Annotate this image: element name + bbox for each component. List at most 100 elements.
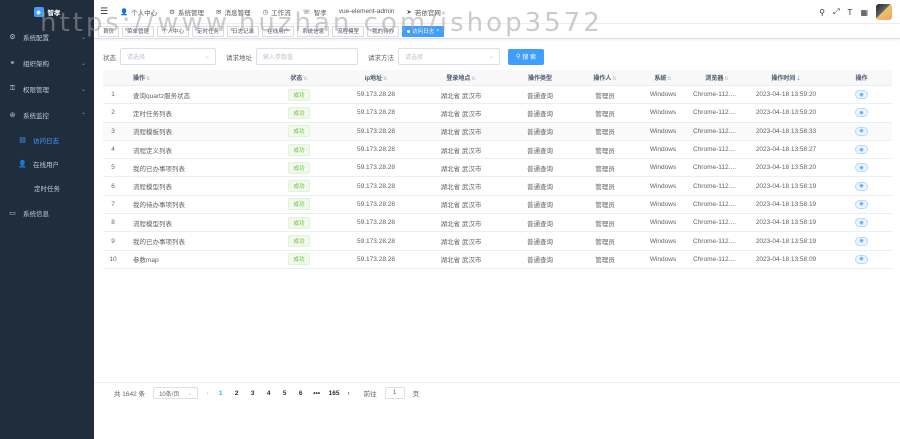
- sub-item-online-users[interactable]: 👤 在线用户: [0, 152, 94, 176]
- tag-profile[interactable]: 个人中心: [157, 25, 190, 37]
- nav-vue-element-admin[interactable]: vue-element-admin: [339, 8, 395, 15]
- nav-system-management[interactable]: ⚙ 系统管理: [169, 7, 204, 17]
- page-4[interactable]: 4: [265, 390, 273, 397]
- header-os[interactable]: 系统⇅: [635, 73, 691, 82]
- tag-menu[interactable]: 菜单管理: [122, 25, 155, 37]
- next-page-icon[interactable]: ›: [347, 390, 349, 397]
- method-select[interactable]: 请选择 ⌄: [398, 48, 500, 65]
- view-icon[interactable]: ◉: [855, 108, 868, 118]
- table-row[interactable]: 7 我的待办事项列表 成功 59.173.28.28 湖北省 武汉市 普通查询 管理员 Win…: [103, 196, 892, 215]
- header-label: ip地址: [364, 76, 383, 82]
- sidebar-logo[interactable]: ◆ 智孝: [0, 0, 94, 24]
- font-size-icon[interactable]: T: [848, 8, 853, 17]
- sort-icon[interactable]: ⇅: [383, 76, 387, 82]
- nav-label: 智孝: [313, 9, 327, 17]
- page-6[interactable]: 6: [297, 390, 305, 397]
- sort-desc-icon[interactable]: ⇣: [796, 76, 800, 82]
- view-icon[interactable]: ◉: [855, 181, 868, 191]
- sort-icon[interactable]: ⇅: [724, 76, 728, 82]
- org-icon: ⚭: [9, 60, 16, 67]
- nav-workflow[interactable]: ◷ 工作流: [262, 7, 290, 17]
- sort-icon[interactable]: ⇅: [303, 76, 307, 82]
- tag-access-log[interactable]: 访问日志 ×: [402, 25, 445, 37]
- header-ip[interactable]: ip地址⇅: [335, 73, 417, 82]
- nav-zhixiao[interactable]: ☏ 智孝: [303, 7, 327, 17]
- sub-item-access-log[interactable]: ▤ 访问日志: [0, 128, 94, 152]
- hamburger-icon[interactable]: ☰: [100, 6, 108, 17]
- row-browser: Chrome-112....: [693, 255, 736, 263]
- row-user: 管理员: [595, 220, 615, 228]
- menu-item-system-info[interactable]: ▭ 系统信息: [0, 200, 94, 226]
- page-5[interactable]: 5: [281, 390, 289, 397]
- nav-ruoyi-site[interactable]: ➤ 若依官网: [406, 7, 440, 17]
- menu-item-permission[interactable]: ⚿ 权限管理 ⌄: [0, 76, 94, 102]
- page-1[interactable]: 1: [217, 390, 225, 397]
- sort-icon[interactable]: ⇅: [667, 76, 671, 82]
- table-row[interactable]: 6 流程模型列表 成功 59.173.28.28 湖北省 武汉市 普通查询 管理员 Windo…: [103, 177, 892, 196]
- view-icon[interactable]: ◉: [855, 90, 868, 100]
- sub-item-scheduled-tasks[interactable]: 定时任务: [0, 176, 94, 200]
- table-row[interactable]: 2 定时任务列表 成功 59.173.28.28 湖北省 武汉市 普通查询 管理员 Windo…: [103, 104, 892, 123]
- nav-label: vue-element-admin: [338, 8, 395, 15]
- row-action: ◉: [831, 199, 892, 209]
- view-icon[interactable]: ◉: [855, 126, 868, 136]
- tag-online[interactable]: 在线用户: [262, 25, 295, 37]
- view-icon[interactable]: ◉: [855, 145, 868, 155]
- page-more[interactable]: •••: [313, 390, 321, 397]
- nav-personal-center[interactable]: 👤 个人中心: [120, 7, 157, 17]
- search-button[interactable]: ⚲ 搜 索: [508, 48, 544, 65]
- menu-item-monitor[interactable]: ⊛ 系统监控 ⌃: [0, 102, 94, 128]
- table-row[interactable]: 10 参数map 成功 59.173.28.28 湖北省 武汉市 普通查询 管理员 Windo…: [103, 251, 892, 269]
- header-location[interactable]: 登录地点⇅: [417, 73, 505, 82]
- view-icon[interactable]: ◉: [855, 199, 868, 209]
- fullscreen-icon[interactable]: ⤢: [833, 7, 839, 17]
- header-browser[interactable]: 浏览器⇅: [691, 73, 741, 82]
- menu-item-system-config[interactable]: ⚙ 系统配置 ⌄: [0, 24, 94, 50]
- tag-sysinfo[interactable]: 系统信息: [297, 25, 330, 37]
- row-operation: 我的已办事项列表: [133, 165, 185, 173]
- row-action: ◉: [831, 108, 892, 118]
- row-action: ◉: [831, 218, 892, 228]
- row-operation: 流程模型列表: [133, 220, 172, 228]
- status-label: 状态: [103, 54, 116, 62]
- table-row[interactable]: 4 流程定义列表 成功 59.173.28.28 湖北省 武汉市 普通查询 管理员 Windo…: [103, 141, 892, 160]
- tag-model[interactable]: 流程模型: [332, 25, 365, 37]
- table-row[interactable]: 8 流程模型列表 成功 59.173.28.28 湖北省 武汉市 普通查询 管理员 Windo…: [103, 214, 892, 233]
- tag-todo[interactable]: 我的待办: [367, 25, 400, 37]
- nav-message-management[interactable]: ✉ 消息管理: [216, 7, 250, 17]
- close-icon[interactable]: ×: [436, 28, 439, 34]
- sort-icon[interactable]: ⇅: [612, 76, 616, 82]
- avatar[interactable]: [876, 4, 892, 20]
- row-ip: 59.173.28.28: [357, 164, 395, 172]
- header-operation[interactable]: 操作⇅: [123, 73, 263, 82]
- page-last[interactable]: 165: [329, 390, 340, 397]
- search-icon[interactable]: ⚲: [819, 8, 825, 17]
- chevron-down-icon: ⌄: [187, 390, 193, 397]
- header-status[interactable]: 状态⇅: [263, 73, 335, 82]
- header-time[interactable]: 操作时间⇣: [741, 73, 831, 82]
- calendar-icon[interactable]: ▦: [860, 8, 868, 17]
- menu-item-organization[interactable]: ⚭ 组织架构 ⌄: [0, 50, 94, 76]
- tag-logs[interactable]: 日志记录: [227, 25, 260, 37]
- table-row[interactable]: 9 我的已办事项列表 成功 59.173.28.28 湖北省 武汉市 普通查询 管理员 Win…: [103, 232, 892, 251]
- table-row[interactable]: 3 流程模板列表 成功 59.173.28.28 湖北省 武汉市 普通查询 管理员 Windo…: [103, 122, 892, 141]
- status-select[interactable]: 请选择 ⌄: [120, 48, 216, 65]
- tag-jobs[interactable]: 定时任务: [192, 25, 225, 37]
- url-input[interactable]: 输入参数值: [256, 48, 358, 65]
- tag-home[interactable]: 首页: [98, 25, 120, 37]
- view-icon[interactable]: ◉: [855, 236, 868, 246]
- page-3[interactable]: 3: [249, 390, 257, 397]
- view-icon[interactable]: ◉: [855, 163, 868, 173]
- view-icon[interactable]: ◉: [855, 254, 868, 264]
- table-row[interactable]: 5 我的已办事项列表 成功 59.173.28.28 湖北省 武汉市 普通查询 管理员 Win…: [103, 159, 892, 178]
- page-size-select[interactable]: 10条/页 ⌄: [153, 387, 199, 399]
- sort-icon[interactable]: ⇅: [471, 76, 475, 82]
- view-icon[interactable]: ◉: [855, 218, 868, 228]
- row-browser: Chrome-112....: [693, 109, 736, 117]
- goto-input[interactable]: 1: [384, 387, 405, 399]
- table-row[interactable]: 1 查询quartz服务状态 成功 59.173.28.28 湖北省 武汉市 普通查询 管理…: [103, 86, 892, 105]
- sort-icon[interactable]: ⇅: [146, 76, 150, 82]
- page-2[interactable]: 2: [233, 390, 241, 397]
- prev-page-icon[interactable]: ‹: [206, 390, 208, 397]
- header-user[interactable]: 操作人⇅: [575, 73, 635, 82]
